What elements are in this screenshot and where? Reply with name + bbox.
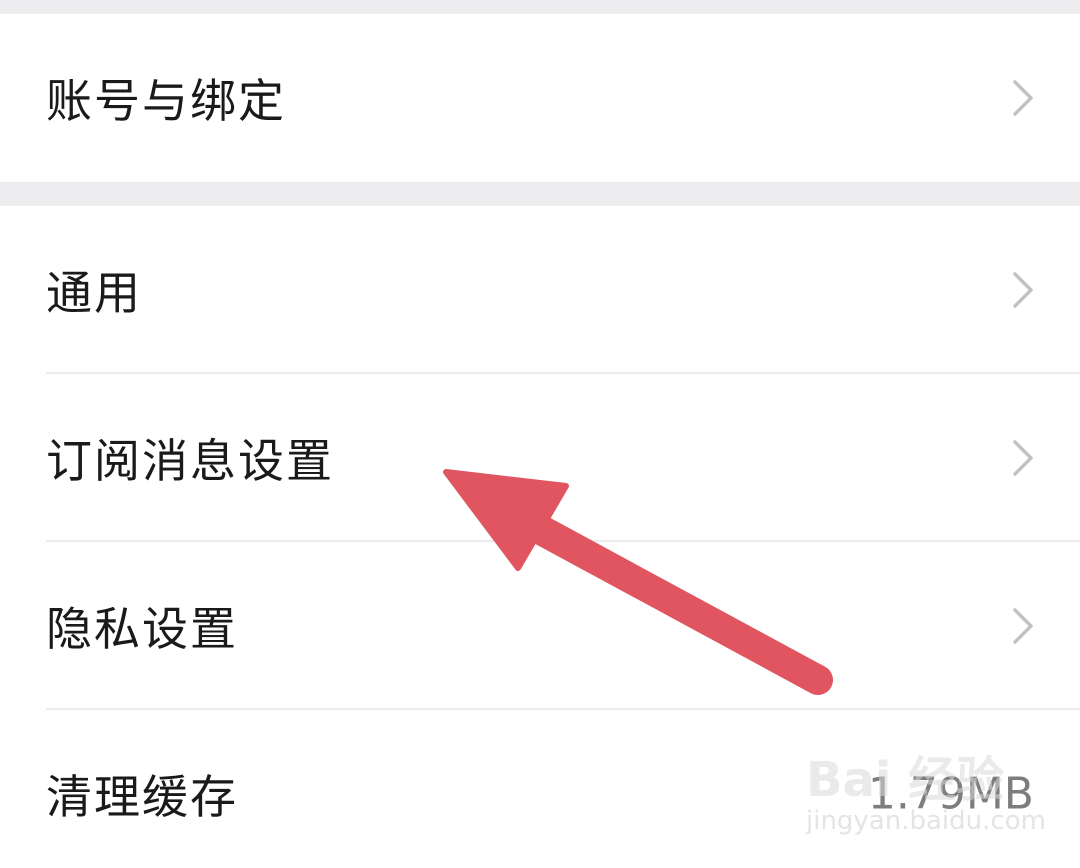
settings-row-label: 账号与绑定 [46,74,286,128]
general-settings-group: 通用 订阅消息设置 隐私设置 清理缓存 1.79MB [0,206,1080,868]
cache-size-value: 1.79MB [867,768,1034,820]
settings-row-label: 通用 [46,266,142,320]
settings-row-label: 隐私设置 [46,602,238,656]
settings-row-general[interactable]: 通用 [0,206,1080,374]
settings-row-label: 订阅消息设置 [46,434,334,488]
settings-row-privacy[interactable]: 隐私设置 [0,542,1080,710]
settings-row-clear-cache[interactable]: 清理缓存 1.79MB [0,710,1080,868]
chevron-right-icon [1010,78,1036,118]
chevron-right-icon [1010,270,1036,310]
settings-row-account-binding[interactable]: 账号与绑定 [0,14,1080,182]
chevron-right-icon [1010,606,1036,646]
settings-row-label: 清理缓存 [46,770,238,824]
settings-page: 账号与绑定 通用 订阅消息设置 隐私设置 清理缓存 1.79MB Bai 经验 … [0,0,1080,868]
settings-row-subscription-messages[interactable]: 订阅消息设置 [0,374,1080,542]
account-settings-group: 账号与绑定 [0,14,1080,182]
chevron-right-icon [1010,438,1036,478]
